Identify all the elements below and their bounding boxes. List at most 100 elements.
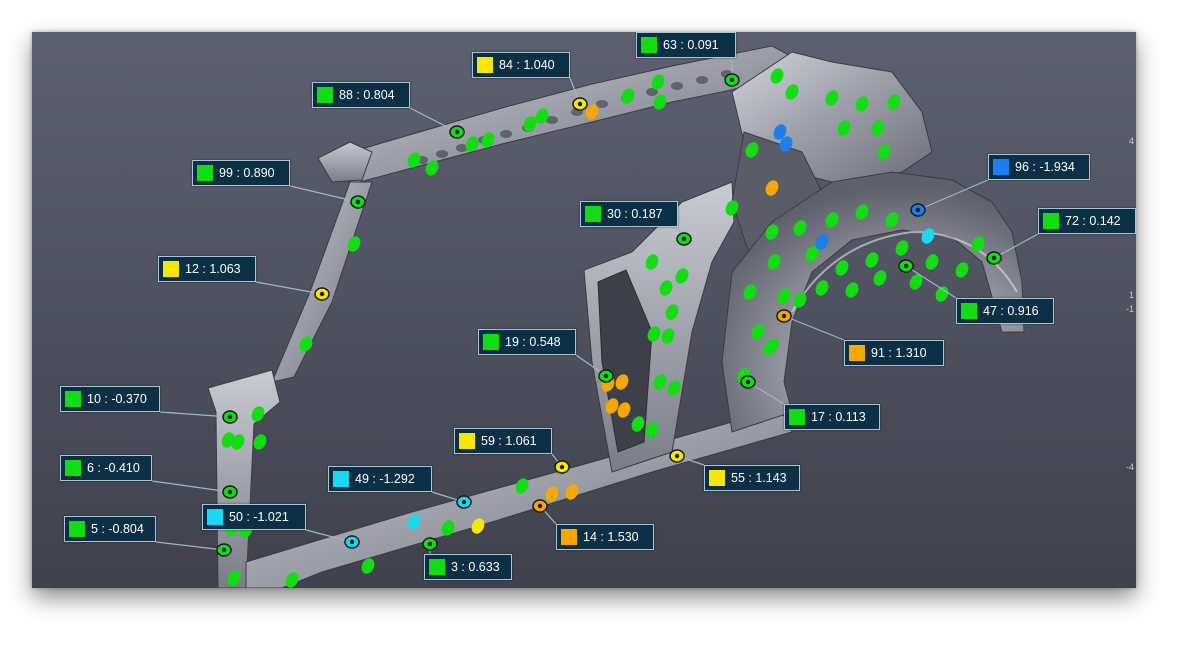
callout-63[interactable]: 63 : 0.091	[636, 32, 736, 58]
scale-tick: 1	[1128, 290, 1134, 300]
callout-label: 5 : -0.804	[91, 522, 144, 536]
callout-88[interactable]: 88 : 0.804	[312, 82, 410, 108]
leader-line	[783, 315, 845, 341]
callout-6[interactable]: 6 : -0.410	[60, 455, 152, 481]
scale-tick: -1	[1125, 304, 1134, 314]
callout-label: 50 : -1.021	[229, 510, 289, 524]
point-center	[603, 373, 609, 379]
callout-84[interactable]: 84 : 1.040	[472, 52, 570, 78]
point-center	[559, 464, 565, 470]
point-center	[681, 236, 687, 242]
color-swatch	[993, 159, 1009, 175]
point-center	[674, 453, 680, 459]
color-swatch	[163, 261, 179, 277]
callout-label: 63 : 0.091	[663, 38, 719, 52]
callout-label: 88 : 0.804	[339, 88, 395, 102]
callout-label: 49 : -1.292	[355, 472, 415, 486]
point-center	[577, 101, 583, 107]
measurement-dot	[925, 254, 939, 270]
point-center	[537, 503, 543, 509]
leader-line	[155, 541, 225, 551]
callout-label: 91 : 1.310	[871, 346, 927, 360]
a-pillar-joint	[317, 141, 373, 183]
callout-label: 96 : -1.934	[1015, 160, 1075, 174]
callout-19[interactable]: 19 : 0.548	[478, 329, 576, 355]
scale-tick: -4	[1125, 462, 1134, 472]
callout-label: 19 : 0.548	[505, 335, 561, 349]
point-center	[227, 489, 233, 495]
color-swatch	[459, 433, 475, 449]
color-swatch	[585, 206, 601, 222]
callout-label: 12 : 1.063	[185, 262, 241, 276]
color-swatch	[1043, 213, 1059, 229]
color-swatch	[207, 509, 223, 525]
callout-label: 72 : 0.142	[1065, 214, 1121, 228]
color-swatch	[477, 57, 493, 73]
callout-47[interactable]: 47 : 0.916	[956, 298, 1054, 324]
point-center	[319, 291, 325, 297]
measurement-dot	[955, 262, 969, 278]
point-center	[781, 313, 787, 319]
color-swatch	[333, 471, 349, 487]
color-swatch	[561, 529, 577, 545]
measurement-dot	[895, 240, 909, 256]
point-center	[903, 263, 909, 269]
3d-viewport[interactable]: 63 : 0.091 84 : 1.040 88 : 0.804 99 : 0.890…	[32, 32, 1136, 588]
color-swatch	[197, 165, 213, 181]
measurement-dot	[909, 274, 923, 290]
callout-label: 30 : 0.187	[607, 207, 663, 221]
callout-30[interactable]: 30 : 0.187	[580, 201, 678, 227]
callout-99[interactable]: 99 : 0.890	[192, 160, 290, 186]
color-swatch	[709, 470, 725, 486]
callout-label: 14 : 1.530	[583, 530, 639, 544]
point-center	[745, 379, 751, 385]
callout-91[interactable]: 91 : 1.310	[844, 340, 944, 366]
point-center	[349, 539, 355, 545]
callout-49[interactable]: 49 : -1.292	[328, 466, 432, 492]
color-swatch	[961, 303, 977, 319]
callout-3[interactable]: 3 : 0.633	[424, 554, 512, 580]
callout-5[interactable]: 5 : -0.804	[64, 516, 156, 542]
measurement-dot	[815, 280, 829, 296]
measurement-dot	[873, 270, 887, 286]
color-swatch	[65, 460, 81, 476]
callout-label: 3 : 0.633	[451, 560, 500, 574]
callout-label: 84 : 1.040	[499, 58, 555, 72]
callout-50[interactable]: 50 : -1.021	[202, 504, 306, 530]
measurement-dot	[845, 282, 859, 298]
callout-label: 55 : 1.143	[731, 471, 787, 485]
color-swatch	[69, 521, 85, 537]
callout-55[interactable]: 55 : 1.143	[704, 465, 800, 491]
a-pillar	[271, 181, 373, 383]
measurement-dot	[865, 252, 879, 268]
callout-12[interactable]: 12 : 1.063	[158, 256, 256, 282]
color-swatch	[429, 559, 445, 575]
color-swatch	[483, 334, 499, 350]
callout-96[interactable]: 96 : -1.934	[988, 154, 1090, 180]
callout-17[interactable]: 17 : 0.113	[784, 404, 880, 430]
measurement-dot	[935, 286, 949, 302]
callout-label: 10 : -0.370	[87, 392, 147, 406]
callout-label: 59 : 1.061	[481, 434, 537, 448]
point-center	[227, 414, 233, 420]
color-swatch	[641, 37, 657, 53]
callout-10[interactable]: 10 : -0.370	[60, 386, 160, 412]
point-center	[454, 129, 460, 135]
point-center	[915, 207, 921, 213]
callout-label: 17 : 0.113	[811, 410, 866, 424]
point-center	[461, 499, 467, 505]
color-swatch	[317, 87, 333, 103]
callout-14[interactable]: 14 : 1.530	[556, 524, 654, 550]
callout-59[interactable]: 59 : 1.061	[454, 428, 552, 454]
point-center	[427, 541, 433, 547]
callout-label: 99 : 0.890	[219, 166, 275, 180]
callout-label: 47 : 0.916	[983, 304, 1039, 318]
color-swatch	[849, 345, 865, 361]
point-center	[729, 77, 735, 83]
point-center	[991, 255, 997, 261]
callout-72[interactable]: 72 : 0.142	[1038, 208, 1136, 234]
point-center	[355, 199, 361, 205]
callout-label: 6 : -0.410	[87, 461, 140, 475]
point-center	[221, 547, 227, 553]
color-swatch	[65, 391, 81, 407]
